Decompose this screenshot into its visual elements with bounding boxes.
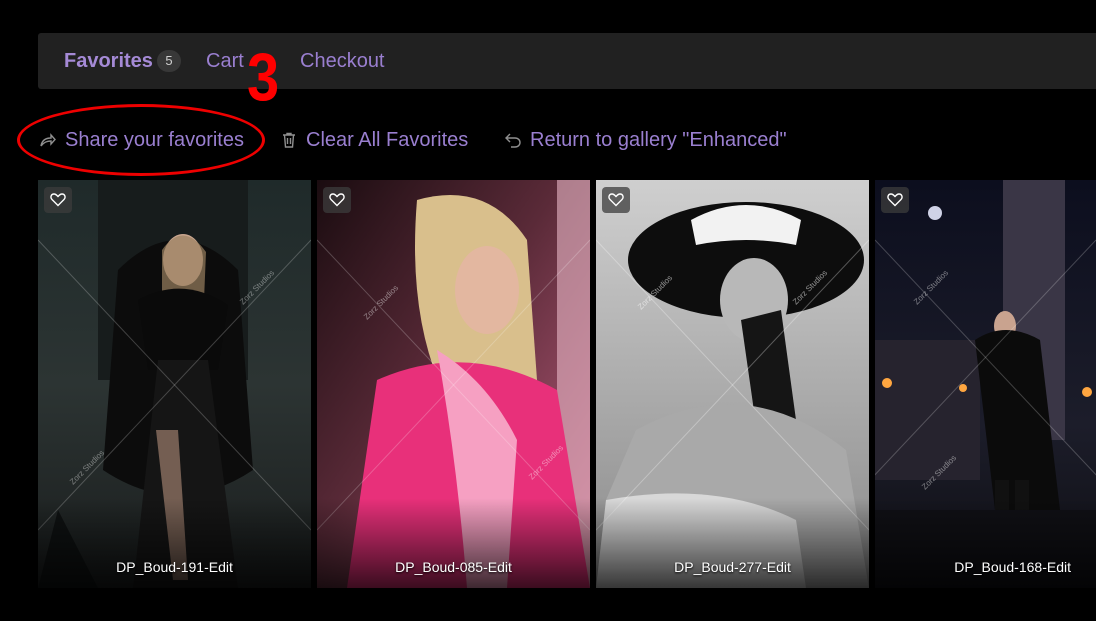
watermark-text: Zorz Studios — [68, 448, 106, 486]
photo-caption: DP_Boud-085-Edit — [395, 559, 512, 575]
heart-icon — [50, 193, 66, 207]
favorite-toggle-button[interactable] — [602, 187, 630, 213]
tab-favorites-label: Favorites — [64, 50, 153, 72]
favorite-toggle-button[interactable] — [881, 187, 909, 213]
heart-icon — [329, 193, 345, 207]
favorites-count-badge: 5 — [157, 50, 181, 72]
watermark-text: Zorz Studios — [362, 283, 400, 321]
photo-caption: DP_Boud-191-Edit — [116, 559, 233, 575]
watermark-text: Zorz Studios — [238, 268, 276, 306]
photo-card[interactable]: Zorz Studios Zorz Studios DP_Boud-168-Ed… — [875, 180, 1096, 588]
trash-icon — [283, 132, 295, 148]
photo-card[interactable]: Zorz Studios Zorz Studios DP_Boud-085-Ed… — [317, 180, 590, 588]
photo-caption: DP_Boud-168-Edit — [954, 559, 1071, 575]
undo-arrow-icon — [505, 133, 521, 148]
tab-cart[interactable]: Cart — [206, 33, 244, 89]
watermark-text: Zorz Studios — [527, 443, 565, 481]
annotation-highlight-ellipse — [17, 104, 265, 176]
tab-favorites[interactable]: Favorites — [64, 33, 153, 89]
heart-icon — [608, 193, 624, 207]
tab-cart-label: Cart — [206, 50, 244, 72]
clear-all-favorites-label: Clear All Favorites — [306, 129, 469, 151]
watermark-text: Zorz Studios — [636, 273, 674, 311]
photo-card[interactable]: Zorz Studios Zorz Studios DP_Boud-277-Ed… — [596, 180, 869, 588]
return-to-gallery-label: Return to gallery "Enhanced" — [530, 129, 787, 151]
watermark-text: Zorz Studios — [912, 268, 950, 306]
watermark-text: Zorz Studios — [920, 453, 958, 491]
tab-checkout[interactable]: Checkout — [300, 33, 385, 89]
watermark-text: Zorz Studios — [791, 268, 829, 306]
photo-caption: DP_Boud-277-Edit — [674, 559, 791, 575]
heart-icon — [887, 193, 903, 207]
favorite-toggle-button[interactable] — [323, 187, 351, 213]
favorite-toggle-button[interactable] — [44, 187, 72, 213]
tab-checkout-label: Checkout — [300, 50, 385, 72]
annotation-step-number: 3 — [247, 39, 280, 115]
tab-bar: Favorites 5 Cart Checkout — [38, 33, 1096, 89]
photo-card[interactable]: Zorz Studios Zorz Studios DP_Boud-191-Ed… — [38, 180, 311, 588]
